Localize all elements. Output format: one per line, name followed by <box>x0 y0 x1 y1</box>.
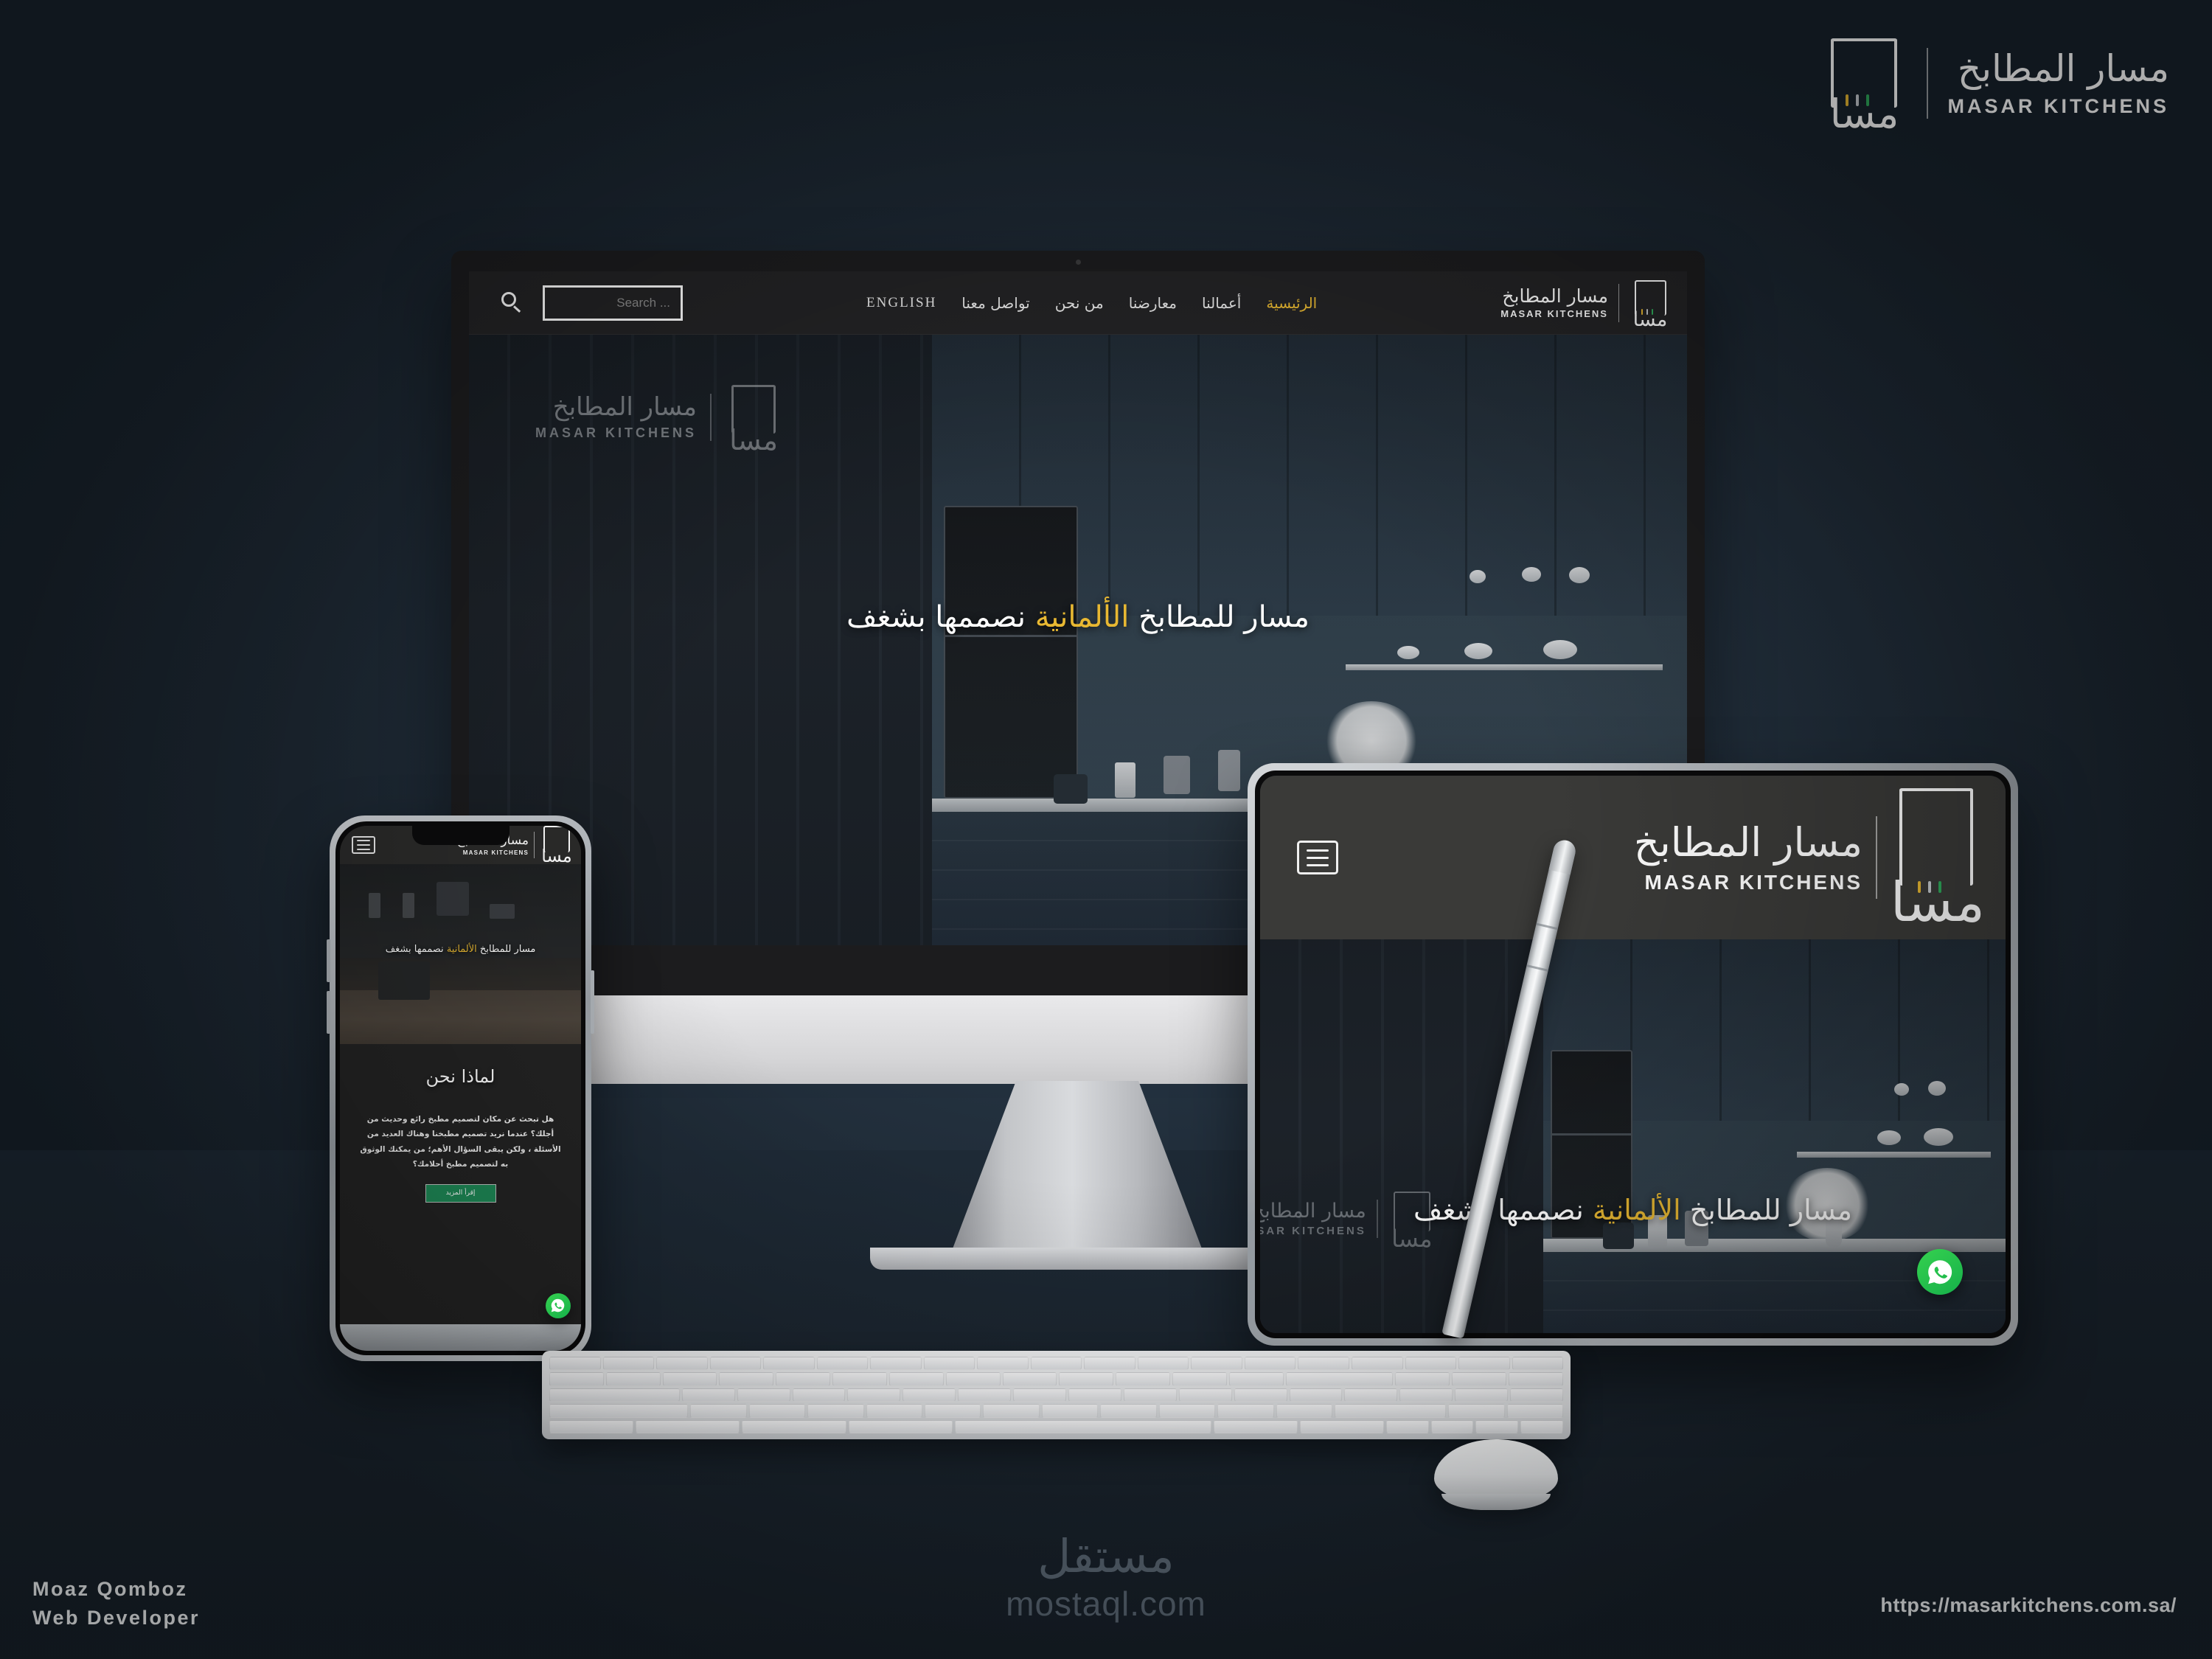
hero-watermark-english: MASAR KITCHENS <box>535 425 698 440</box>
phone-power-button <box>591 970 594 1034</box>
tablet-mark-glyph: مسا <box>1890 871 1985 934</box>
hero-headline-highlight: الألمانية <box>1034 600 1130 634</box>
tablet-brand-arabic: مسار المطابخ <box>1633 819 1863 866</box>
navbar-brand-arabic: مسار المطابخ <box>1502 285 1608 307</box>
site-navbar: Search ... الرئيسية أعمالنا معارضنا من ن… <box>469 271 1687 335</box>
phone-hero-section: مسار للمطابخ الألمانية نصممها بشغف <box>340 864 581 1044</box>
tablet-cup-mark-icon: مسا <box>1891 784 1985 931</box>
phone-whatsapp-icon <box>552 1299 565 1312</box>
tablet-headline-part2: نصممها بشغف <box>1413 1194 1593 1226</box>
brand-english-name: MASAR KITCHENS <box>1947 95 2169 117</box>
navbar-search-group: Search ... <box>501 285 683 321</box>
search-input[interactable]: Search ... <box>543 285 683 321</box>
masar-kitchens-brand-lockup: مسا مسار المطابخ MASAR KITCHENS <box>1820 35 2169 137</box>
tablet-headline-part1: مسار للمطابخ <box>1680 1194 1852 1226</box>
masar-cup-mark-icon: مسا <box>1820 35 1907 137</box>
brand-wordmark: مسار المطابخ MASAR KITCHENS <box>1947 49 2169 118</box>
phone-headline-part1: مسار للمطابخ <box>476 944 536 955</box>
phone-brand-divider <box>534 832 535 858</box>
phone-about-section: لماذا نحن هل تبحث عن مكان لتصميم مطبخ را… <box>340 1044 581 1351</box>
mostaql-arabic-logo: مستقل <box>1037 1529 1175 1583</box>
nav-link-language-english[interactable]: ENGLISH <box>866 295 936 311</box>
tablet-screen: مسار المطابخ MASAR KITCHENS مسا مسار الم… <box>1260 776 2006 1333</box>
phone-brand-english: MASAR KITCHENS <box>462 849 529 856</box>
tablet-watermark-glyph: مسا <box>1391 1225 1433 1253</box>
phone-hero-headline: مسار للمطابخ الألمانية نصممها بشغف <box>340 944 581 955</box>
tablet-brand-lockup[interactable]: مسار المطابخ MASAR KITCHENS مسا <box>1634 784 1985 931</box>
brand-arabic-name: مسار المطابخ <box>1957 47 2169 90</box>
hero-watermark-cup-icon: مسا <box>725 383 782 456</box>
nav-link-contact-us[interactable]: تواصل معنا <box>961 294 1029 312</box>
hero-headline-part1: مسار للمطابخ <box>1129 600 1310 634</box>
hero-watermark-arabic: مسار المطابخ <box>552 392 698 422</box>
author-role: Web Developer <box>32 1607 201 1630</box>
nav-link-home[interactable]: الرئيسية <box>1266 294 1317 312</box>
nav-link-about-us[interactable]: من نحن <box>1055 294 1104 312</box>
mostaql-domain: mostaql.com <box>1006 1585 1206 1623</box>
phone-screen: مسار المطابخ MASAR KITCHENS مسا <box>340 826 581 1351</box>
tablet-brand-divider <box>1876 816 1877 899</box>
navbar-brand-lockup[interactable]: مسار المطابخ MASAR KITCHENS مسا <box>1500 279 1671 331</box>
phone-cup-mark-icon: مسا <box>540 826 574 865</box>
brand-divider <box>1927 48 1929 119</box>
hero-watermark-divider <box>710 394 712 441</box>
nav-link-showrooms[interactable]: معارضنا <box>1129 294 1177 312</box>
project-url: https://masarkitchens.com.sa/ <box>1880 1594 2177 1616</box>
phone-hamburger-menu-icon[interactable] <box>352 836 375 854</box>
presentation-backdrop: مسا مسار المطابخ MASAR KITCHENS Search .… <box>0 0 2212 1659</box>
tablet-kitchen-photo <box>1260 939 2006 1333</box>
phone-bezel: مسار المطابخ MASAR KITCHENS مسا <box>335 821 585 1355</box>
mostaql-watermark: مستقل mostaql.com <box>1006 1534 1206 1624</box>
whatsapp-button[interactable] <box>1917 1249 1963 1295</box>
tablet-bezel: مسار المطابخ MASAR KITCHENS مسا مسار الم… <box>1255 771 2011 1338</box>
hamburger-menu-icon[interactable] <box>1297 841 1338 874</box>
phone-next-section-preview <box>340 1324 581 1351</box>
tablet-brand-english: MASAR KITCHENS <box>1644 870 1863 894</box>
navbar-cup-mark-icon: مسا <box>1630 279 1671 331</box>
keyboard-row <box>549 1372 1563 1386</box>
phone-volume-buttons <box>327 939 330 982</box>
author-credit: Moaz Qomboz Web Developer <box>32 1575 200 1632</box>
phone-mockup: مسار المطابخ MASAR KITCHENS مسا <box>327 815 594 1361</box>
author-name: Moaz Qomboz <box>32 1578 188 1600</box>
keyboard-row <box>549 1388 1563 1402</box>
navbar-mark-glyph: مسا <box>1632 307 1668 331</box>
phone-mark-glyph: مسا <box>541 846 572 866</box>
read-more-button[interactable]: إقرأ المزيد <box>425 1183 496 1203</box>
keyboard-row <box>549 1419 1564 1434</box>
webcam-icon <box>1076 260 1081 265</box>
desktop-hero-headline: مسار للمطابخ الألمانية نصممها بشغف <box>469 600 1687 634</box>
tablet-watermark-english: MASAR KITCHENS <box>1260 1224 1366 1237</box>
phone-headline-highlight: الألمانية <box>446 944 477 955</box>
keyboard-row <box>549 1357 1564 1371</box>
search-icon[interactable] <box>501 291 524 314</box>
tablet-mockup: مسار المطابخ MASAR KITCHENS مسا مسار الم… <box>1248 763 2018 1346</box>
phone-whatsapp-button[interactable] <box>546 1293 571 1318</box>
hero-headline-part2: نصممها بشغف <box>846 600 1035 634</box>
tablet-headline-highlight: الألمانية <box>1592 1194 1681 1226</box>
navbar-brand-english: MASAR KITCHENS <box>1500 308 1608 320</box>
phone-notch <box>411 826 509 845</box>
keyboard <box>542 1351 1571 1439</box>
search-placeholder: Search ... <box>616 295 670 310</box>
monitor-stand <box>950 1081 1205 1256</box>
mark-arabic-glyph: مسا <box>1829 91 1899 137</box>
keyboard-row <box>549 1404 1563 1418</box>
hero-brand-watermark: مسار المطابخ MASAR KITCHENS مسا <box>535 383 782 456</box>
phone-headline-part2: نصممها بشغف <box>385 944 447 955</box>
navbar-brand-divider <box>1618 283 1619 322</box>
nav-link-our-work[interactable]: أعمالنا <box>1202 294 1241 312</box>
whatsapp-icon <box>1927 1259 1952 1284</box>
navbar-links: الرئيسية أعمالنا معارضنا من نحن تواصل مع… <box>866 294 1317 312</box>
tablet-hero-headline: مسار للمطابخ الألمانية نصممها بشغف <box>1260 1194 2006 1226</box>
about-body-text: هل تبحث عن مكان لتصميم مطبخ رائع وحديث م… <box>360 1115 561 1169</box>
phone-volume-down <box>327 991 330 1034</box>
monitor-foot <box>870 1248 1284 1270</box>
about-heading: لماذا نحن <box>425 1066 495 1087</box>
tablet-navbar: مسار المطابخ MASAR KITCHENS مسا <box>1260 776 2006 939</box>
hero-watermark-glyph: مسا <box>729 424 778 456</box>
tablet-hero-section: مسار المطابخ MASAR KITCHENS مسا مسار للم… <box>1260 939 2006 1333</box>
